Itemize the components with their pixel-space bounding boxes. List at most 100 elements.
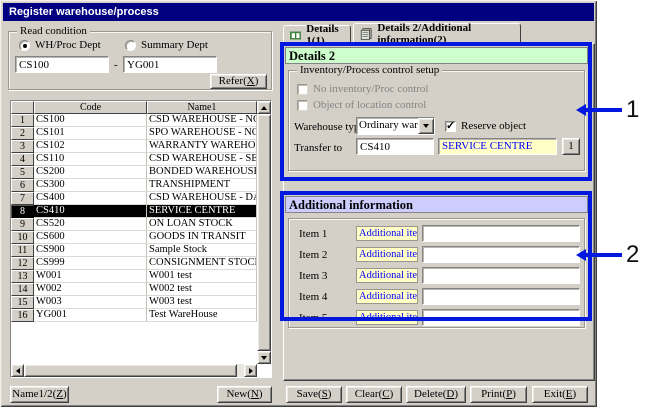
exit-button[interactable]: Exit(E) <box>532 386 588 403</box>
save-button[interactable]: Save(S) <box>286 386 342 403</box>
item-3-label: Item 3 <box>299 270 327 282</box>
table-row[interactable]: 5CS200BONDED WAREHOUSE <box>11 166 257 179</box>
item-1-input[interactable] <box>422 225 580 242</box>
item-1-tag: Additional item1 <box>356 226 418 241</box>
name12-button[interactable]: Name1/2(Z) <box>10 386 69 403</box>
table-row[interactable]: 1CS100CSD WAREHOUSE - NORMAL <box>11 114 257 127</box>
additional-information-panel: Item 1 Additional item1 Item 2 Additiona… <box>288 218 585 328</box>
scroll-down-icon[interactable] <box>257 351 271 364</box>
no-inventory-proc-control-checkbox: No inventory/Proc control <box>297 83 428 95</box>
table-row[interactable]: 15W003W003 test <box>11 296 257 309</box>
table-row[interactable]: 2CS101SPO WAREHOUSE - NORMAL <box>11 127 257 140</box>
window-title: Register warehouse/process <box>9 6 159 18</box>
vertical-scrollbar[interactable] <box>257 101 271 364</box>
header-name1[interactable]: Name1 <box>147 101 257 114</box>
horizontal-scroll-thumb[interactable] <box>24 364 237 377</box>
item-3-tag: Additional item3 <box>356 268 418 283</box>
inventory-process-control-label: Inventory/Process control setup <box>297 64 442 76</box>
item-1-label: Item 1 <box>299 228 327 240</box>
warehouse-type-label: Warehouse type <box>294 121 364 133</box>
dept-from-input[interactable] <box>15 56 109 73</box>
vertical-scroll-thumb[interactable] <box>257 114 271 351</box>
table-row[interactable]: 4CS110CSD WAREHOUSE - SECOND <box>11 153 257 166</box>
warehouse-table: Code Name1 1CS100CSD WAREHOUSE - NORMAL … <box>10 100 272 378</box>
checkbox-icon <box>297 100 308 111</box>
header-num[interactable] <box>11 101 34 114</box>
tab-details-2-additional-information[interactable]: Details 2/Additional information(2) <box>353 23 521 44</box>
new-button[interactable]: New(N) <box>217 386 272 403</box>
read-condition-group: Read condition WH/Proc Dept Summary Dept… <box>8 31 272 90</box>
table-row[interactable]: 11CS900Sample Stock <box>11 244 257 257</box>
checkbox-checked-icon[interactable] <box>445 121 456 132</box>
annotation-label-2: 2 <box>626 241 639 269</box>
radio-summary-dept-label: Summary Dept <box>141 39 208 51</box>
tab-details-1-label: Details 1(1) <box>306 23 344 47</box>
book-icon <box>290 29 301 42</box>
item-2-tag: Additional item2 <box>356 247 418 262</box>
details-2-header: Details 2 <box>285 47 588 64</box>
checkbox-icon <box>297 84 308 95</box>
refer-button[interactable]: Refer(X) <box>210 74 267 89</box>
table-row[interactable]: 7CS400CSD WAREHOUSE - DAMAG <box>11 192 257 205</box>
annotation-line-2 <box>585 253 622 257</box>
clear-button[interactable]: Clear(C) <box>346 386 402 403</box>
scroll-right-icon[interactable] <box>244 364 257 377</box>
annotation-label-1: 1 <box>626 96 639 124</box>
item-3-input[interactable] <box>422 267 580 284</box>
tab-details-2-label: Details 2/Additional information(2) <box>377 22 514 46</box>
transfer-to-code-input[interactable] <box>356 138 434 155</box>
warehouse-type-dropdown[interactable]: Ordinary warehouse <box>356 117 435 135</box>
item-2-input[interactable] <box>422 246 580 263</box>
item-4-label: Item 4 <box>299 291 327 303</box>
additional-information-title: Additional information <box>289 198 413 212</box>
horizontal-scrollbar[interactable] <box>11 364 257 377</box>
chevron-down-icon[interactable] <box>418 118 434 134</box>
scroll-left-icon[interactable] <box>11 364 24 377</box>
table-row[interactable]: 9CS520ON LOAN STOCK <box>11 218 257 231</box>
notepad-icon <box>360 27 372 41</box>
read-condition-label: Read condition <box>17 25 90 37</box>
table-row[interactable]: 3CS102WARRANTY WAREHOUSE - <box>11 140 257 153</box>
table-row-selected[interactable]: 8CS410SERVICE CENTRE <box>11 205 257 218</box>
print-button[interactable]: Print(P) <box>470 386 527 403</box>
annotation-line-1 <box>585 108 622 112</box>
inventory-process-control-group: Inventory/Process control setup No inven… <box>288 70 585 171</box>
radio-summary-dept[interactable]: Summary Dept <box>125 39 208 51</box>
table-row[interactable]: 13W001W001 test <box>11 270 257 283</box>
details-2-title: Details 2 <box>289 49 335 63</box>
no-inventory-label: No inventory/Proc control <box>313 83 428 95</box>
item-5-input[interactable] <box>422 309 580 326</box>
header-code[interactable]: Code <box>34 101 147 114</box>
radio-wh-proc-dept-label: WH/Proc Dept <box>35 39 101 51</box>
table-row[interactable]: 10CS600GOODS IN TRANSIT <box>11 231 257 244</box>
table-row[interactable]: 14W002W002 test <box>11 283 257 296</box>
table-row[interactable]: 6CS300TRANSHIPMENT <box>11 179 257 192</box>
item-5-label: Item 5 <box>299 312 327 324</box>
radio-wh-proc-dept[interactable]: WH/Proc Dept <box>19 39 101 51</box>
reserve-object-checkbox[interactable]: Reserve object <box>445 120 526 132</box>
item-2-label: Item 2 <box>299 249 327 261</box>
app-window: Register warehouse/process Read conditio… <box>0 0 597 407</box>
transfer-to-name-display: SERVICE CENTRE <box>438 138 557 155</box>
scroll-up-icon[interactable] <box>257 101 271 114</box>
item-4-input[interactable] <box>422 288 580 305</box>
item-5-tag: Additional item5 <box>356 310 418 325</box>
item-4-tag: Additional item4 <box>356 289 418 304</box>
table-header-row: Code Name1 <box>11 101 257 114</box>
transfer-to-ref-button[interactable]: 1 <box>562 138 580 155</box>
warehouse-type-value: Ordinary warehouse <box>357 118 418 134</box>
tab-details-1[interactable]: Details 1(1) <box>283 25 351 44</box>
table-row[interactable]: 16YG001Test WareHouse <box>11 309 257 322</box>
transfer-to-label: Transfer to <box>294 142 342 154</box>
dept-to-input[interactable] <box>123 56 217 73</box>
object-of-location-control-checkbox: Object of location control <box>297 99 426 111</box>
range-separator: - <box>114 59 118 71</box>
title-bar: Register warehouse/process <box>3 3 594 21</box>
table-row[interactable]: 12CS999CONSIGNMENT STOCK TO <box>11 257 257 270</box>
delete-button[interactable]: Delete(D) <box>406 386 466 403</box>
reserve-object-label: Reserve object <box>461 120 526 132</box>
radio-icon[interactable] <box>19 40 30 51</box>
radio-icon[interactable] <box>125 40 136 51</box>
location-control-label: Object of location control <box>313 99 426 111</box>
additional-information-header: Additional information <box>285 196 588 213</box>
